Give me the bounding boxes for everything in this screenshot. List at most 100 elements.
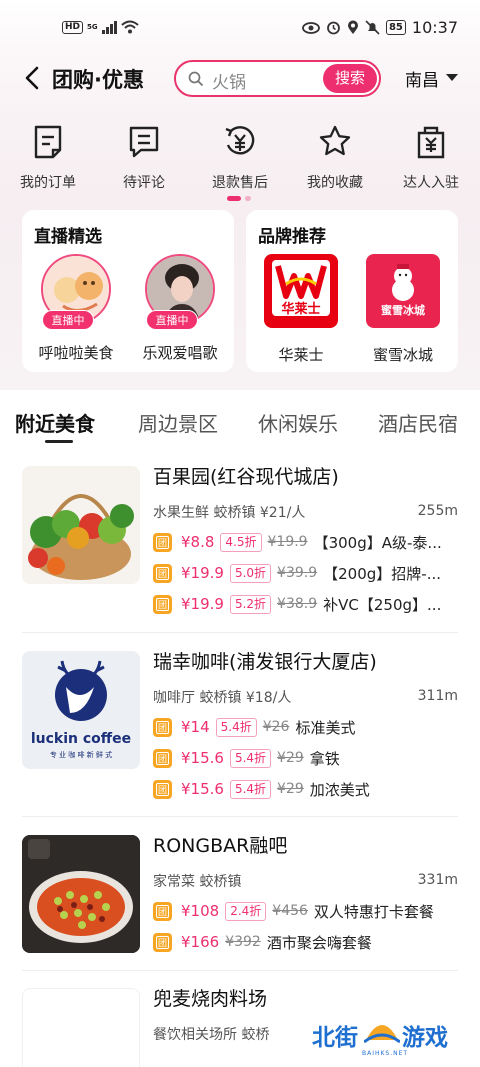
group-buy-icon: 团 [153, 748, 172, 768]
shop-name: 百果园(红谷现代城店) [153, 466, 339, 488]
chevron-down-icon[interactable] [446, 74, 458, 81]
deal-row[interactable]: 团 ¥15.6 5.4折 ¥29 拿铁 [153, 746, 340, 770]
deal-discount: 5.4折 [229, 748, 272, 768]
quicknav-favorites[interactable]: 我的收藏 [295, 124, 375, 192]
deal-row[interactable]: 团 ¥19.9 5.0折 ¥39.9 【200g】招牌-... [153, 561, 441, 585]
search-input[interactable]: 火锅 搜索 [174, 60, 381, 97]
quicknav-refund[interactable]: 退款售后 [200, 124, 280, 192]
search-button[interactable]: 搜索 [323, 64, 377, 93]
deal-original-price: ¥392 [225, 934, 261, 950]
deal-discount: 5.2折 [229, 594, 272, 614]
deal-original-price: ¥29 [277, 750, 304, 766]
shop-meta: 家常菜 蛟桥镇 [153, 874, 242, 890]
signal-icon [101, 20, 117, 34]
mute-icon [365, 20, 380, 35]
luckin-logo-subtext: 专 业 咖 啡 新 鲜 式 [49, 751, 113, 759]
shop-thumbnail: luckin coffee 专 业 咖 啡 新 鲜 式 [22, 651, 140, 769]
quicknav-label: 达人入驻 [403, 175, 459, 191]
status-bar: HD 5G 85 10:37 [0, 14, 480, 44]
quicknav-my-orders[interactable]: 我的订单 [8, 124, 88, 192]
deal-row[interactable]: 团 ¥14 5.4折 ¥26 标准美式 [153, 715, 355, 739]
card-title: 品牌推荐 [258, 227, 326, 247]
deal-price: ¥19.9 [181, 564, 224, 582]
streamer-item[interactable]: 直播中 呼啦啦美食 [26, 254, 126, 363]
live-badge: 直播中 [42, 310, 94, 330]
group-buy-icon: 团 [153, 779, 172, 799]
deal-price: ¥8.8 [181, 533, 215, 551]
tab-hotels[interactable]: 酒店民宿 [378, 408, 458, 437]
brand-logo: 蜜雪冰城 [366, 254, 440, 328]
deal-title: 标准美式 [295, 718, 356, 737]
quicknav-label: 待评论 [123, 175, 165, 191]
brand-item[interactable]: 蜜雪冰城 蜜雪冰城 [358, 254, 448, 365]
page-indicator [245, 196, 251, 201]
shop-name: 兜麦烧肉料场 [153, 988, 268, 1010]
tab-leisure[interactable]: 休闲娱乐 [258, 408, 338, 437]
brand-name: 华莱士 [278, 346, 324, 364]
shop-meta: 咖啡厅 蛟桥镇 ¥18/人 [153, 690, 292, 706]
deal-row[interactable]: 团 ¥166 ¥392 酒市聚会嗨套餐 [153, 930, 372, 954]
quicknav-label: 我的订单 [20, 175, 76, 191]
group-buy-icon: 团 [153, 901, 172, 921]
group-buy-icon: 团 [153, 532, 172, 552]
brand-item[interactable]: 华莱士 华莱士 [256, 254, 346, 365]
shop-distance: 331m [417, 872, 458, 888]
deal-discount: 5.4折 [215, 717, 257, 737]
deal-original-price: ¥29 [277, 781, 304, 797]
brand-logo: 华莱士 [264, 254, 338, 328]
page-indicator-active [227, 196, 241, 201]
deal-discount: 2.4折 [225, 901, 267, 921]
deal-title: 【300g】A级-泰... [313, 533, 442, 552]
clock: 10:37 [411, 18, 458, 37]
deal-title: 【200g】招牌-... [323, 564, 442, 583]
city-selector[interactable]: 南昌 [405, 66, 439, 91]
quicknav-influencer[interactable]: 达人入驻 [391, 124, 471, 192]
alarm-icon [327, 21, 340, 35]
quicknav-label: 我的收藏 [307, 175, 363, 191]
deal-price: ¥15.6 [181, 780, 224, 798]
deal-title: 双人特惠打卡套餐 [313, 902, 434, 921]
deal-original-price: ¥19.9 [267, 534, 308, 550]
streamer-item[interactable]: 直播中 乐观爱唱歌 [130, 254, 230, 363]
brand-recommend-card[interactable]: 品牌推荐 华莱士 华莱士 蜜雪冰城 蜜雪冰城 [246, 210, 458, 372]
brand-logo-text: 华莱士 [281, 302, 321, 317]
shop-thumbnail [22, 835, 140, 953]
group-buy-icon: 团 [153, 932, 172, 952]
search-icon [188, 71, 204, 87]
quicknav-pending-review[interactable]: 待评论 [104, 124, 184, 192]
deal-title: 加浓美式 [309, 780, 370, 799]
deal-row[interactable]: 团 ¥8.8 4.5折 ¥19.9 【300g】A级-泰... [153, 530, 442, 554]
network-type: 5G [87, 23, 98, 31]
group-buy-icon: 团 [153, 563, 172, 583]
search-query: 火锅 [212, 73, 246, 93]
live-badge: 直播中 [146, 310, 198, 330]
brand-name: 蜜雪冰城 [372, 346, 433, 364]
live-picks-card[interactable]: 直播精选 直播中 呼啦啦美食 直播中 乐观爱唱歌 [22, 210, 234, 372]
deal-discount: 5.4折 [229, 779, 272, 799]
divider [22, 632, 458, 633]
card-title: 直播精选 [34, 227, 102, 247]
wifi-icon [120, 20, 139, 34]
deal-original-price: ¥26 [262, 719, 290, 735]
back-arrow-icon[interactable] [22, 66, 44, 90]
quicknav-label: 退款售后 [212, 175, 268, 191]
group-buy-icon: 团 [153, 717, 172, 737]
deal-price: ¥15.6 [181, 749, 224, 767]
deal-row[interactable]: 团 ¥15.6 5.4折 ¥29 加浓美式 [153, 777, 370, 801]
deal-title: 拿铁 [309, 749, 340, 768]
tab-nearby-food[interactable]: 附近美食 [15, 408, 95, 437]
streamer-name: 呼啦啦美食 [38, 344, 114, 362]
shop-distance: 255m [417, 503, 458, 519]
luckin-logo-text: luckin coffee [30, 731, 132, 747]
watermark-logo: 北街 游戏 BAIHKS.NET [312, 1012, 462, 1062]
star-icon [319, 125, 351, 156]
eye-icon [302, 21, 320, 34]
deal-row[interactable]: 团 ¥108 2.4折 ¥456 双人特惠打卡套餐 [153, 899, 434, 923]
tab-nearby-attractions[interactable]: 周边景区 [138, 408, 218, 437]
comment-icon [129, 126, 159, 158]
brand-logo-text: 蜜雪冰城 [381, 304, 425, 317]
deal-row[interactable]: 团 ¥19.9 5.2折 ¥38.9 补VC【250g】... [153, 592, 441, 616]
watermark-sun-icon [364, 1025, 400, 1044]
tab-active-indicator [45, 440, 73, 443]
order-icon [34, 125, 62, 159]
